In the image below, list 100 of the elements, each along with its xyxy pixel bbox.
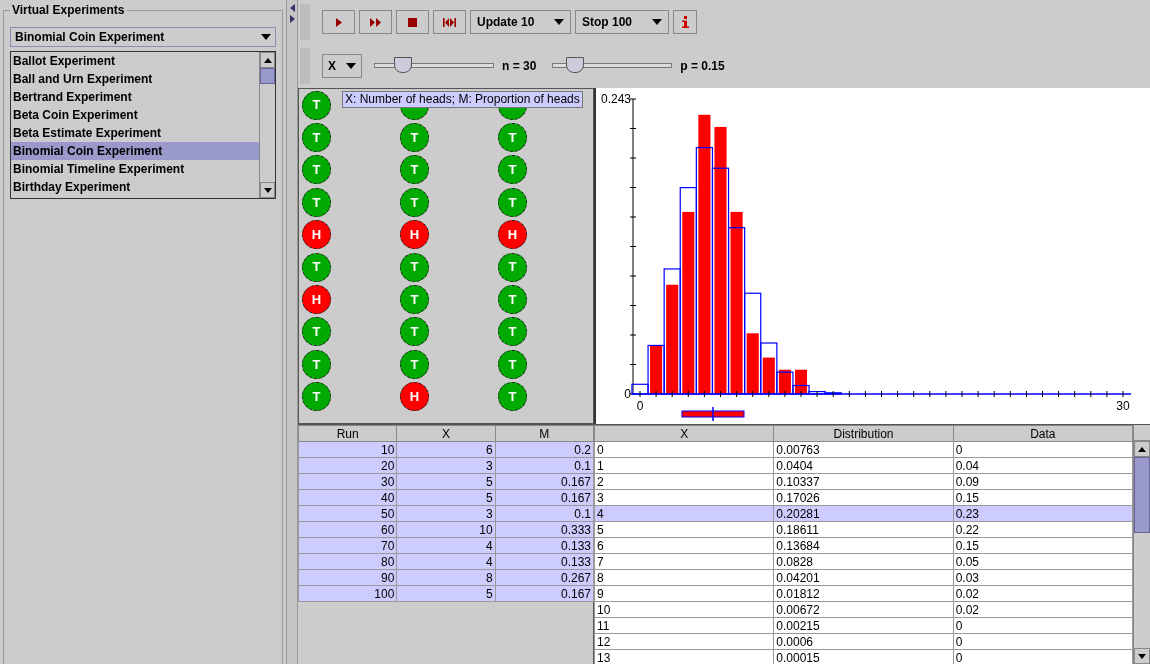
table-cell: 0: [953, 633, 1133, 650]
coin: T: [302, 123, 331, 153]
coin: H: [498, 220, 527, 250]
table-cell: 0.10337: [773, 473, 954, 490]
reset-button[interactable]: [433, 10, 466, 34]
list-item[interactable]: Birthday Experiment: [11, 178, 259, 196]
table-cell: 0.02: [953, 601, 1133, 618]
data-bar: [762, 357, 775, 394]
table-cell: 0.0006: [773, 633, 954, 650]
table-cell: 0: [953, 649, 1133, 664]
down-arrow-icon: [1138, 653, 1146, 659]
dropdown[interactable]: Stop 100: [575, 10, 669, 34]
table-cell: 0.18611: [773, 521, 954, 538]
experiment-dropdown[interactable]: Binomial Coin Experiment: [10, 27, 276, 47]
up-arrow-icon: [263, 57, 272, 63]
table-cell: 0: [953, 441, 1133, 458]
list-item[interactable]: Binomial Coin Experiment: [11, 142, 259, 160]
coin: T: [400, 123, 429, 153]
axis-label: 0: [636, 399, 644, 413]
collapse-left-icon[interactable]: [289, 4, 295, 12]
list-item[interactable]: Beta Coin Experiment: [11, 106, 259, 124]
table-cell: 0.00215: [773, 617, 954, 634]
mean-sd-bar: [681, 406, 745, 422]
column-header[interactable]: Run: [298, 425, 397, 442]
scroll-up-button[interactable]: [260, 52, 275, 68]
table-cell: 0.09: [953, 473, 1133, 490]
scroll-down-button[interactable]: [1134, 648, 1150, 664]
coin: H: [302, 220, 331, 250]
info-icon: [681, 16, 689, 28]
skip-to-start-icon: [443, 17, 456, 27]
coin: T: [498, 252, 527, 282]
coin: T: [400, 349, 429, 379]
dropdown-arrow-icon: [261, 34, 271, 40]
list-item[interactable]: Ball and Urn Experiment: [11, 70, 259, 88]
dropdown-arrow-icon: [346, 63, 356, 69]
table-cell: 0.22: [953, 521, 1133, 538]
scroll-thumb[interactable]: [1134, 457, 1150, 533]
coin: T: [302, 155, 331, 185]
down-arrow-icon: [263, 187, 272, 193]
list-item[interactable]: Ballot Experiment: [11, 52, 259, 70]
table-cell: 0.05: [953, 553, 1133, 570]
step-button[interactable]: [359, 10, 392, 34]
table-cell: 0: [953, 617, 1133, 634]
scroll-up-button[interactable]: [1134, 441, 1150, 457]
table-cell: 0.00015: [773, 649, 954, 664]
table-cell: 3: [594, 489, 774, 506]
column-header[interactable]: Data: [953, 425, 1133, 442]
slider-value: p = 0.15: [680, 58, 725, 75]
table-cell: 0: [594, 441, 774, 458]
data-bar: [746, 333, 759, 394]
table-cell: 13: [594, 649, 774, 664]
table-cell: 1: [594, 457, 774, 474]
up-arrow-icon: [1138, 446, 1146, 452]
table-cell: 0.0404: [773, 457, 954, 474]
stop-button[interactable]: [396, 10, 429, 34]
table-cell: 0.15: [953, 489, 1133, 506]
scroll-thumb[interactable]: [260, 68, 275, 84]
list-item[interactable]: Bertrand Experiment: [11, 88, 259, 106]
slider-thumb[interactable]: [394, 57, 413, 73]
table-cell: 0.17026: [773, 489, 954, 506]
coin: T: [400, 155, 429, 185]
slider[interactable]: [374, 56, 494, 76]
table-cell: 0.0828: [773, 553, 954, 570]
table-cell: 0.13684: [773, 537, 954, 554]
dropdown-arrow-icon: [554, 19, 564, 25]
axis-label: 0.243: [600, 92, 631, 106]
scroll-down-button[interactable]: [260, 182, 275, 198]
coin: T: [498, 155, 527, 185]
list-item[interactable]: Binomial Timeline Experiment: [11, 160, 259, 178]
coin: T: [400, 252, 429, 282]
coin: T: [400, 187, 429, 217]
table-cell: 0.03: [953, 569, 1133, 586]
column-header[interactable]: X: [594, 425, 774, 442]
slider[interactable]: [552, 56, 673, 76]
table-cell: 0.15: [953, 537, 1133, 554]
table-cell: 12: [594, 633, 774, 650]
run-button[interactable]: [322, 10, 355, 34]
info-button[interactable]: [673, 10, 697, 34]
column-header[interactable]: M: [495, 425, 594, 442]
slider-thumb[interactable]: [565, 57, 584, 73]
table-cell: 0.00763: [773, 441, 954, 458]
table-cell: 9: [594, 585, 774, 602]
list-item[interactable]: Beta Estimate Experiment: [11, 124, 259, 142]
scrollbar[interactable]: [1133, 425, 1150, 664]
coin: T: [400, 285, 429, 315]
table-cell: 10: [594, 601, 774, 618]
fast-forward-icon: [370, 17, 381, 27]
expand-right-icon[interactable]: [289, 15, 295, 23]
scrollbar[interactable]: [259, 52, 275, 198]
coin: T: [498, 349, 527, 379]
table-cell: 0.20281: [773, 505, 954, 522]
dropdown[interactable]: Update 10: [470, 10, 571, 34]
column-header[interactable]: Distribution: [773, 425, 954, 442]
column-header[interactable]: X: [396, 425, 496, 442]
variable-dropdown[interactable]: X: [322, 54, 362, 78]
tooltip: X: Number of heads; M: Proportion of heads: [342, 91, 583, 108]
coin: T: [302, 90, 331, 120]
table-cell: 0.04: [953, 457, 1133, 474]
stop-icon: [408, 17, 417, 27]
table-cell: 0.23: [953, 505, 1133, 522]
